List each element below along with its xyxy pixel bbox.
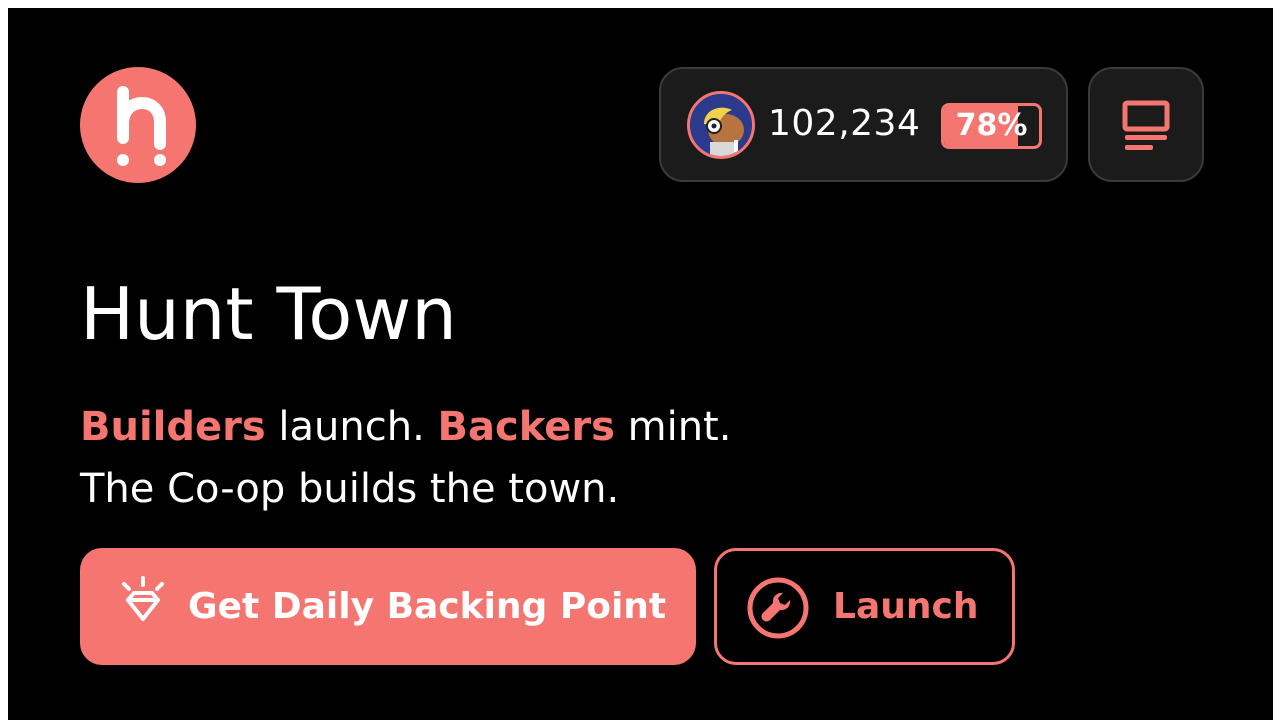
- wallet-stats-pill[interactable]: 102,234 78%: [659, 67, 1068, 182]
- get-daily-backing-point-button[interactable]: Get Daily Backing Point: [80, 548, 696, 665]
- points-value: 102,234: [768, 103, 921, 144]
- tagline-line-1: Builders launch. Backers mint.: [80, 396, 731, 458]
- tagline-mint: mint.: [614, 404, 732, 450]
- secondary-button-label: Launch: [833, 586, 979, 627]
- app-screen: 102,234 78% Hunt Town Builders launch. B…: [8, 8, 1273, 720]
- battery-percent: 78%: [955, 108, 1028, 143]
- tagline-backers: Backers: [437, 404, 615, 450]
- launch-button[interactable]: Launch: [714, 548, 1015, 665]
- tagline: Builders launch. Backers mint. The Co-op…: [80, 396, 731, 520]
- wrench-icon: [747, 577, 809, 639]
- tagline-launch: launch.: [265, 404, 438, 450]
- primary-button-label: Get Daily Backing Point: [188, 586, 667, 627]
- monitor-menu-icon: [1122, 100, 1170, 150]
- tagline-line-2: The Co-op builds the town.: [80, 466, 620, 512]
- avatar[interactable]: [687, 91, 755, 159]
- hunt-logo-icon[interactable]: [80, 67, 196, 183]
- diamond-sparkle-icon: [122, 576, 164, 621]
- battery-meter: 78%: [941, 103, 1042, 149]
- tagline-builders: Builders: [80, 404, 266, 450]
- menu-button[interactable]: [1088, 67, 1204, 182]
- page-title: Hunt Town: [80, 272, 457, 356]
